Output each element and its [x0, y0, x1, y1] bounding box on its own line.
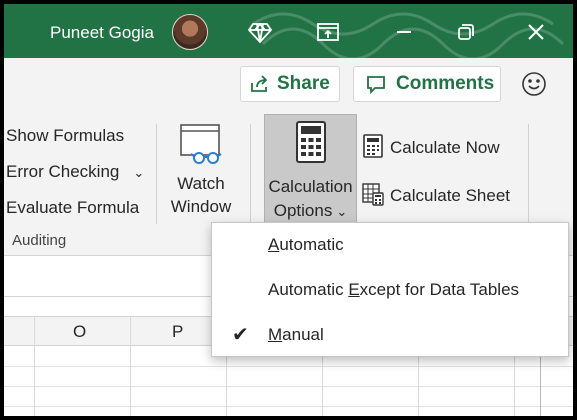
share-icon [251, 75, 268, 92]
menu-item-automatic[interactable]: Automatic [212, 225, 568, 265]
comment-icon [367, 76, 385, 94]
checkmark-icon: ✔ [232, 324, 249, 346]
title-bar: Puneet Gogia [4, 4, 573, 58]
auditing-group-label: Auditing [12, 232, 67, 249]
menu-item-automatic-except-data-tables[interactable]: Automatic Except for Data Tables [212, 270, 568, 310]
avatar[interactable] [172, 14, 208, 50]
ribbon-divider [528, 124, 529, 224]
calc-options-line2: Options [273, 201, 333, 220]
calculator-icon [295, 121, 326, 163]
collaboration-bar: Share Comments [4, 58, 573, 110]
menu-label-accel: M [268, 325, 283, 344]
menu-label-post: xcept for Data Tables [359, 280, 520, 299]
show-formulas-button[interactable]: Show Formulas [6, 126, 124, 146]
watch-line1: Watch [177, 174, 225, 193]
grid-line [4, 366, 573, 367]
comments-label: Comments [396, 73, 495, 94]
restore-icon[interactable] [454, 20, 478, 44]
calc-options-line2-wrap: Options ⌄ [265, 199, 356, 224]
menu-label-accel: A [268, 235, 280, 254]
chevron-down-icon: ⌄ [336, 204, 348, 219]
ribbon-divider [250, 124, 251, 224]
comments-button[interactable]: Comments [353, 66, 501, 102]
watch-window-icon [180, 124, 222, 164]
column-header-o[interactable]: O [73, 322, 86, 342]
ribbon-display-icon[interactable] [316, 20, 340, 44]
calculation-options-menu: Automatic Automatic Except for Data Tabl… [211, 222, 569, 357]
error-checking-label: Error Checking [6, 162, 120, 181]
error-checking-button[interactable]: Error Checking ⌄ [6, 162, 144, 182]
menu-label-post: anual [282, 325, 324, 344]
chevron-down-icon[interactable]: ⌄ [133, 165, 144, 180]
calc-options-line1: Calculation [268, 177, 353, 196]
feedback-smiley-icon[interactable] [521, 71, 547, 97]
menu-label-pre: Automatic [268, 280, 349, 299]
calculate-sheet-button[interactable]: Calculate Sheet [390, 186, 510, 206]
column-header-p[interactable]: P [172, 322, 183, 342]
calculate-now-button[interactable]: Calculate Now [390, 138, 500, 158]
close-icon[interactable] [524, 20, 548, 44]
menu-item-manual[interactable]: ✔ Manual [212, 315, 568, 355]
share-label: Share [277, 73, 330, 94]
watch-line2: Window [170, 197, 232, 216]
excel-window: Puneet Gogia Share Comments Show Formula… [4, 4, 573, 416]
diamond-icon[interactable] [247, 20, 273, 44]
ribbon-divider [156, 124, 157, 224]
menu-label-post: utomatic [279, 235, 344, 254]
menu-label-accel: E [348, 280, 360, 299]
user-name[interactable]: Puneet Gogia [50, 23, 154, 43]
minimize-icon[interactable] [392, 20, 416, 44]
evaluate-formula-button[interactable]: Evaluate Formula [6, 198, 139, 218]
grid-line [4, 386, 573, 387]
calculate-sheet-icon[interactable] [362, 182, 384, 206]
calculation-options-button[interactable]: Calculation Options ⌄ [264, 114, 357, 224]
share-button[interactable]: Share [240, 66, 340, 102]
calculate-now-icon[interactable] [362, 134, 384, 158]
watch-window-button[interactable]: Watch Window [164, 122, 238, 218]
grid-line [4, 406, 573, 407]
